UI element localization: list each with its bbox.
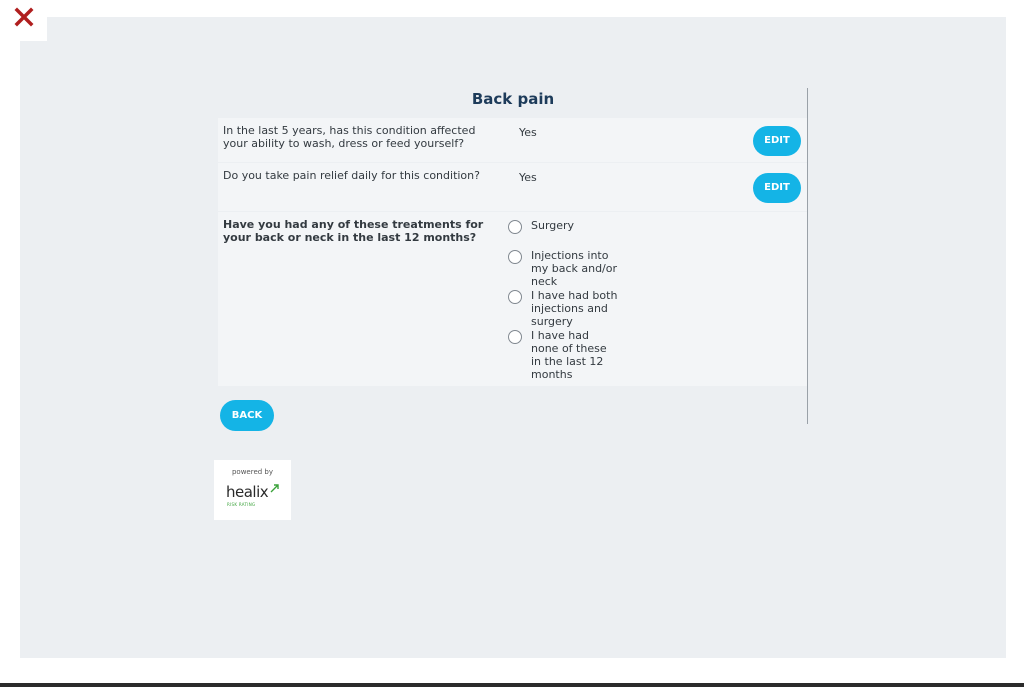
edit-button[interactable]: EDIT (753, 173, 801, 203)
treatment-question-row: Have you had any of these treatments for… (218, 212, 807, 386)
answer-value: Yes (519, 126, 537, 139)
option-surgery[interactable]: Surgery (508, 219, 628, 235)
radio-button[interactable] (508, 330, 522, 344)
answer-value: Yes (519, 171, 537, 184)
close-icon[interactable] (13, 6, 35, 28)
option-both[interactable]: I have had both injections and surgery (508, 289, 628, 329)
radio-button[interactable] (508, 220, 522, 234)
option-injections[interactable]: Injections into my back and/or neck (508, 249, 628, 289)
option-label: I have had none of these in the last 12 … (531, 329, 607, 381)
page-title: Back pain (471, 90, 555, 108)
option-label: Injections into my back and/or neck (531, 249, 618, 288)
edit-button[interactable]: EDIT (753, 126, 801, 156)
radio-button[interactable] (508, 290, 522, 304)
option-label: I have had both injections and surgery (531, 289, 618, 328)
page: Back pain In the last 5 years, has this … (0, 0, 1024, 687)
question-row: Do you take pain relief daily for this c… (218, 163, 807, 211)
back-button[interactable]: BACK (220, 400, 274, 431)
powered-by-logo: powered by healix RISK RATING (214, 460, 291, 520)
radio-button[interactable] (508, 250, 522, 264)
question-text: In the last 5 years, has this condition … (223, 124, 476, 150)
option-none[interactable]: I have had none of these in the last 12 … (508, 329, 628, 383)
healix-tagline: RISK RATING (227, 502, 256, 507)
question-text: Do you take pain relief daily for this c… (223, 169, 480, 182)
healix-logo-text: healix (226, 483, 269, 501)
powered-by-text: powered by (231, 468, 274, 476)
bottom-edge (0, 683, 1024, 687)
healix-arrow-icon (270, 484, 279, 493)
option-label: Surgery (531, 219, 575, 232)
question-text: Have you had any of these treatments for… (223, 218, 484, 244)
divider-line (807, 88, 808, 424)
question-row: In the last 5 years, has this condition … (218, 118, 807, 162)
